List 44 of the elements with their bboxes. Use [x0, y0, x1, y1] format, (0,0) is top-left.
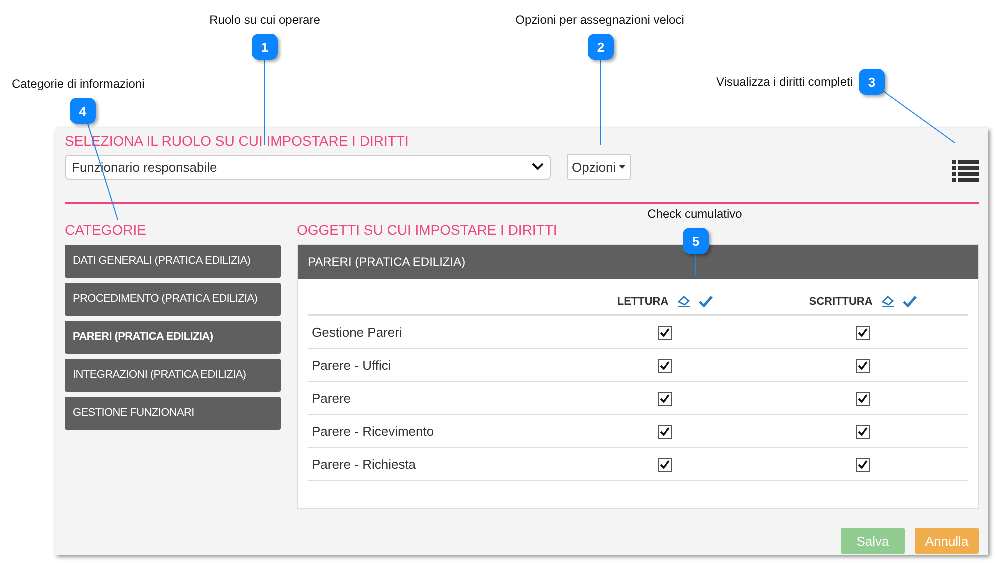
section-title: OGGETTI SU CUI IMPOSTARE I DIRITTI — [297, 222, 558, 238]
callout-badge: 5 — [683, 228, 709, 254]
table-cell: Parere - Ricevimento — [308, 414, 572, 448]
category-item[interactable]: PARERI (PRATICA EDILIZIA) — [65, 321, 281, 354]
callout-label: Opzioni per assegnazioni veloci — [516, 13, 684, 27]
checkbox[interactable] — [658, 326, 672, 340]
table-cell: Gestione Pareri — [308, 315, 572, 348]
checkbox[interactable] — [658, 424, 672, 439]
callout-badge: 4 — [70, 98, 96, 124]
panel-header: PARERI (PRATICA EDILIZIA) — [298, 245, 978, 279]
checkbox[interactable] — [658, 458, 672, 472]
callout-badge: 2 — [588, 34, 614, 60]
checkbox[interactable] — [658, 392, 672, 406]
checkbox[interactable] — [856, 326, 870, 340]
checkmark-icon[interactable] — [698, 296, 713, 307]
checkbox[interactable] — [856, 358, 870, 373]
callout-label: Visualizza i diritti completi — [716, 75, 853, 89]
checkbox[interactable] — [856, 424, 870, 439]
section-title: CATEGORIE — [65, 222, 148, 238]
table-cell: Parere - Richiesta — [308, 448, 572, 480]
caret-icon — [619, 165, 626, 169]
checkmark-icon[interactable] — [902, 296, 917, 307]
list-icon[interactable] — [952, 160, 979, 182]
category-item[interactable]: PROCEDIMENTO (PRATICA EDILIZIA) — [65, 283, 281, 316]
leader-line — [695, 254, 697, 276]
chevron-down-icon — [532, 163, 544, 171]
category-item[interactable]: INTEGRAZIONI (PRATICA EDILIZIA) — [65, 359, 281, 392]
eraser-icon[interactable] — [676, 295, 691, 308]
checkbox[interactable] — [658, 358, 672, 373]
callout-label: Check cumulativo — [648, 207, 742, 221]
callout-label: Ruolo su cui operare — [210, 13, 320, 27]
callout-badge: 3 — [859, 69, 885, 95]
table-cell: Parere — [308, 382, 572, 414]
callout-badge: 1 — [252, 34, 278, 60]
eraser-icon[interactable] — [880, 295, 895, 308]
table-cell: Parere - Uffici — [308, 348, 572, 382]
category-item[interactable]: DATI GENERALI (PRATICA EDILIZIA) — [65, 245, 281, 278]
options-button[interactable]: Opzioni — [567, 154, 632, 180]
checkbox[interactable] — [856, 392, 870, 406]
column-header: LETTURA — [617, 296, 669, 308]
category-item[interactable]: GESTIONE FUNZIONARI — [65, 397, 281, 430]
checkbox[interactable] — [856, 458, 870, 472]
column-header: SCRITTURA — [809, 296, 873, 308]
callout-label: Categorie di informazioni — [12, 77, 145, 91]
